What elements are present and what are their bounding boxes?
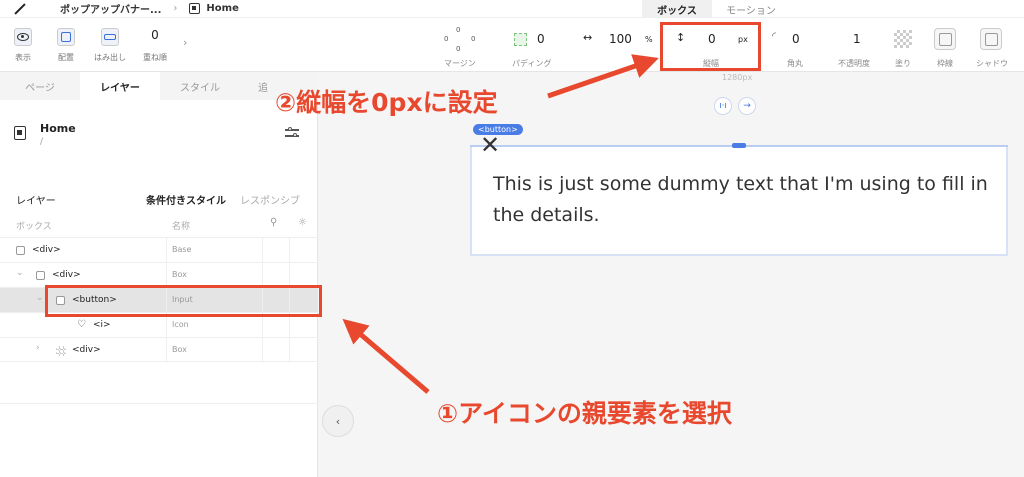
arrow-to-layer xyxy=(342,318,430,394)
annotation-step1: ①アイコンの親要素を選択 xyxy=(437,399,732,428)
annotation-step2: ②縦幅を0pxに設定 xyxy=(275,88,498,117)
arrow-to-height xyxy=(547,54,659,99)
